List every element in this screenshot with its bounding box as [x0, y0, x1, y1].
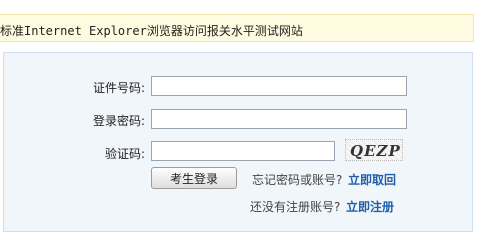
register-hint-text: 还没有注册账号? — [250, 200, 341, 214]
retrieve-account-link[interactable]: 立即取回 — [348, 171, 396, 188]
captcha-image-text: QEZP — [350, 142, 401, 160]
id-number-label: 证件号码: — [92, 81, 145, 95]
password-label: 登录密码: — [92, 114, 145, 128]
captcha-image[interactable]: QEZP — [345, 139, 403, 161]
browser-notice-text: 标准Internet Explorer浏览器访问报关水平测试网站 — [0, 24, 303, 38]
login-panel: 证件号码: 登录密码: 验证码: QEZP 考生登录 忘记密码或账号? 立即取回… — [3, 52, 473, 232]
password-input[interactable] — [151, 109, 407, 129]
browser-notice-bar: 标准Internet Explorer浏览器访问报关水平测试网站 — [0, 14, 474, 42]
login-button[interactable]: 考生登录 — [151, 167, 237, 189]
id-number-input[interactable] — [151, 76, 407, 96]
captcha-input[interactable] — [151, 141, 335, 161]
forgot-hint-text: 忘记密码或账号? — [252, 173, 343, 187]
captcha-label: 验证码: — [104, 147, 145, 161]
register-link[interactable]: 立即注册 — [346, 198, 394, 215]
